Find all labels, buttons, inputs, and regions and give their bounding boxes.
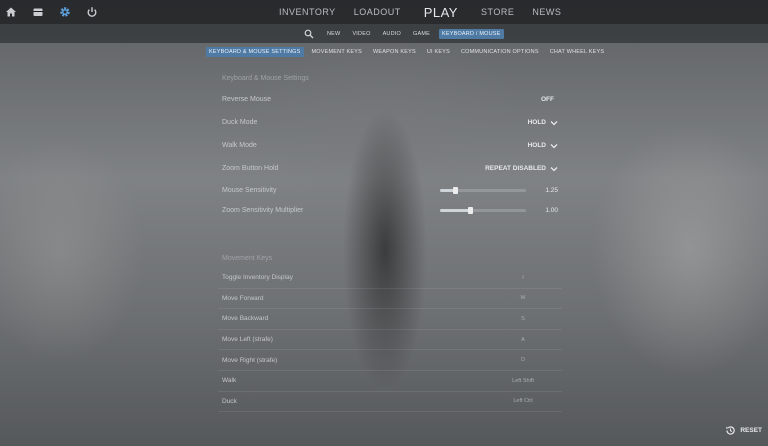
- tab-ui-keys[interactable]: UI KEYS: [424, 47, 453, 57]
- keybind-label: Toggle Inventory Display: [222, 274, 293, 282]
- tab-video[interactable]: VIDEO: [349, 29, 373, 39]
- zoom-button-hold-dropdown[interactable]: REPEAT DISABLED: [485, 165, 558, 172]
- tab-game[interactable]: GAME: [410, 29, 433, 39]
- walk-mode-dropdown[interactable]: HOLD: [528, 142, 558, 149]
- keybind-button[interactable]: Left Shift: [488, 378, 558, 384]
- keybind-button[interactable]: A: [488, 337, 558, 343]
- keybind-label: Walk: [222, 377, 237, 385]
- power-icon[interactable]: [85, 5, 99, 19]
- mouse-sensitivity-slider-group: 1.25: [440, 186, 558, 194]
- setting-value: OFF: [541, 96, 554, 103]
- top-nav-bar: INVENTORY LOADOUT PLAY STORE NEWS: [0, 0, 768, 24]
- setting-value: REPEAT DISABLED: [485, 165, 546, 172]
- keybind-label: Move Forward: [222, 294, 264, 302]
- reset-history-icon: [726, 426, 736, 435]
- duck-mode-dropdown[interactable]: HOLD: [528, 119, 558, 126]
- tab-movement-keys[interactable]: MOVEMENT KEYS: [309, 47, 365, 57]
- tab-inventory[interactable]: INVENTORY: [270, 7, 345, 17]
- section-title-movement-keys: Movement Keys: [222, 255, 273, 262]
- tab-keyboard-mouse-settings[interactable]: KEYBOARD & MOUSE SETTINGS: [206, 46, 304, 57]
- keybind-label: Move Left (strafe): [222, 336, 273, 344]
- slider-thumb[interactable]: [468, 206, 474, 214]
- setting-label: Duck Mode: [222, 119, 258, 126]
- mouse-sensitivity-slider[interactable]: [440, 186, 526, 194]
- reset-label: RESET: [740, 427, 762, 434]
- setting-row-walk-mode: Walk Mode HOLD: [218, 134, 562, 157]
- settings-tabs: NEW VIDEO AUDIO GAME KEYBOARD / MOUSE: [304, 24, 504, 43]
- keybind-row: Walk Left Shift: [218, 371, 562, 392]
- keybind-button[interactable]: Left Ctrl: [488, 398, 558, 404]
- keybind-button[interactable]: I: [488, 275, 558, 281]
- chevron-down-icon: [550, 166, 558, 171]
- main-tabs: INVENTORY LOADOUT PLAY STORE NEWS: [270, 0, 570, 24]
- setting-label: Zoom Sensitivity Multiplier: [222, 206, 304, 214]
- settings-sub-nav: NEW VIDEO AUDIO GAME KEYBOARD / MOUSE: [0, 24, 768, 43]
- section-title-keyboard-mouse: Keyboard & Mouse Settings: [222, 75, 309, 82]
- keybind-row: Move Forward W: [218, 289, 562, 310]
- setting-row-mouse-sensitivity: Mouse Sensitivity 1.25: [218, 180, 562, 200]
- setting-value: HOLD: [527, 142, 546, 149]
- left-icon-group: [4, 0, 99, 24]
- slider-value: 1.00: [545, 206, 558, 214]
- tab-new[interactable]: NEW: [324, 29, 343, 39]
- setting-value: HOLD: [527, 119, 546, 126]
- settings-panel: Keyboard & Mouse Settings Reverse Mouse …: [218, 70, 562, 413]
- setting-label: Mouse Sensitivity: [222, 186, 277, 194]
- search-icon[interactable]: [304, 29, 314, 39]
- tab-audio[interactable]: AUDIO: [380, 29, 404, 39]
- tab-play[interactable]: PLAY: [410, 5, 472, 20]
- setting-label: Walk Mode: [222, 142, 257, 149]
- home-icon[interactable]: [4, 5, 18, 19]
- keybind-row: Move Left (strafe) A: [218, 330, 562, 351]
- keybind-row: Duck Left Ctrl: [218, 392, 562, 413]
- zoom-sensitivity-slider[interactable]: [440, 206, 526, 214]
- chevron-down-icon: [550, 120, 558, 125]
- tab-keyboard-mouse[interactable]: KEYBOARD / MOUSE: [438, 28, 504, 39]
- keybind-row: Move Right (strafe) D: [218, 350, 562, 371]
- keybind-button[interactable]: W: [488, 295, 558, 301]
- keybind-button[interactable]: S: [488, 316, 558, 322]
- tab-loadout[interactable]: LOADOUT: [345, 7, 410, 17]
- setting-row-zoom-sensitivity: Zoom Sensitivity Multiplier 1.00: [218, 200, 562, 220]
- slider-value: 1.25: [545, 186, 558, 194]
- setting-row-zoom-button-hold: Zoom Button Hold REPEAT DISABLED: [218, 157, 562, 180]
- tab-communication-options[interactable]: COMMUNICATION OPTIONS: [458, 47, 542, 57]
- setting-label: Reverse Mouse: [222, 96, 272, 103]
- tab-store[interactable]: STORE: [472, 7, 523, 17]
- settings-gear-icon[interactable]: [58, 5, 72, 19]
- slider-thumb[interactable]: [453, 186, 459, 194]
- keybind-label: Duck: [222, 397, 237, 405]
- reset-button[interactable]: RESET: [725, 425, 762, 436]
- inventory-box-icon[interactable]: [31, 5, 45, 19]
- keybind-row: Move Backward S: [218, 309, 562, 330]
- keybind-button[interactable]: D: [488, 357, 558, 363]
- reverse-mouse-toggle[interactable]: OFF: [541, 96, 558, 103]
- keyboard-category-tabs: KEYBOARD & MOUSE SETTINGS MOVEMENT KEYS …: [206, 45, 607, 58]
- zoom-sensitivity-slider-group: 1.00: [440, 206, 558, 214]
- chevron-down-icon: [550, 143, 558, 148]
- keybind-row: Toggle Inventory Display I: [218, 268, 562, 289]
- setting-row-reverse-mouse: Reverse Mouse OFF: [218, 88, 562, 111]
- tab-news[interactable]: NEWS: [523, 7, 570, 17]
- setting-label: Zoom Button Hold: [222, 165, 279, 172]
- tab-weapon-keys[interactable]: WEAPON KEYS: [370, 47, 419, 57]
- keybind-label: Move Right (strafe): [222, 356, 278, 364]
- tab-chat-wheel-keys[interactable]: CHAT WHEEL KEYS: [547, 47, 608, 57]
- slider-fill: [440, 208, 471, 212]
- keybind-label: Move Backward: [222, 315, 269, 323]
- setting-row-duck-mode: Duck Mode HOLD: [218, 111, 562, 134]
